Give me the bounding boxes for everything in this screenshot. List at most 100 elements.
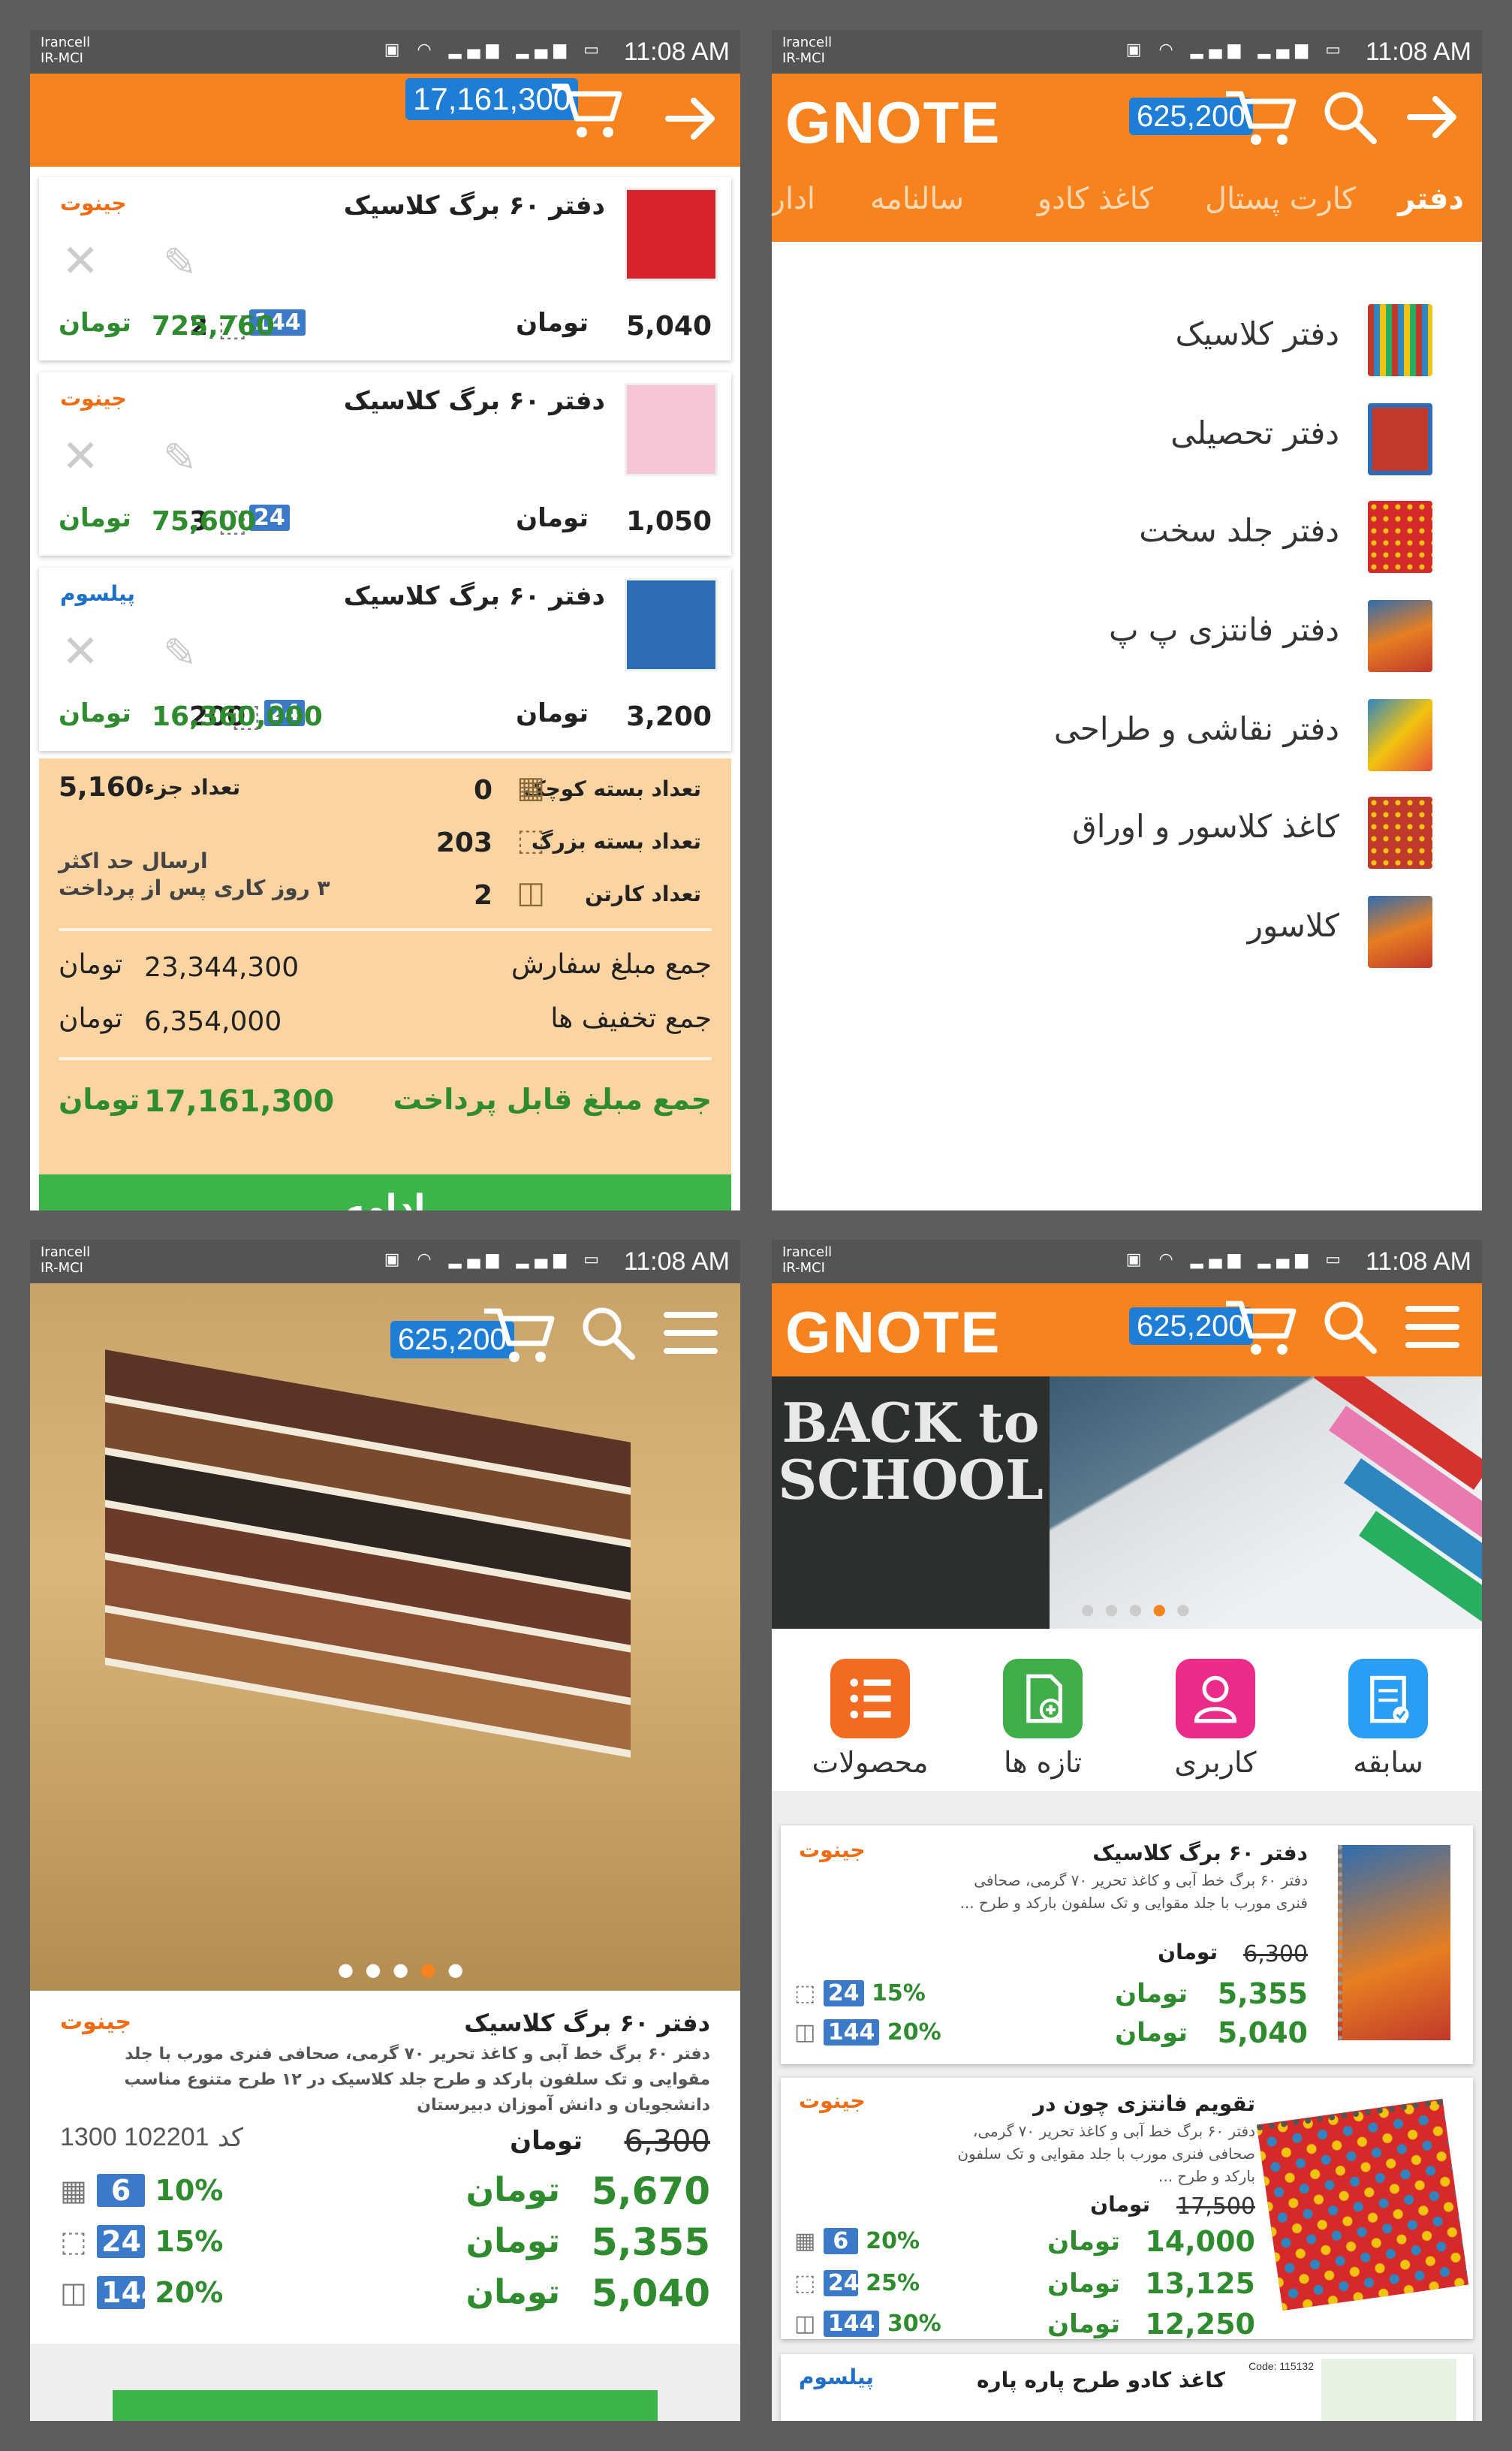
product-card[interactable]: تقویم فانتزی چون در جینوت دفتر ۶۰ برگ خط… (781, 2078, 1473, 2341)
tier-row[interactable]: ◫ 144 20% (60, 2276, 223, 2309)
delete-icon[interactable]: ✕ (62, 239, 99, 284)
account-label[interactable]: کاربری (1140, 1746, 1291, 1779)
tier-row: ⬚ 24 15% (794, 1980, 926, 2006)
forward-arrow-icon[interactable] (1402, 87, 1462, 147)
old-price: 6,300 (1243, 1941, 1308, 1967)
old-price: 17,500 (1176, 2193, 1255, 2220)
category-item[interactable]: کاغذ کلاسور و اوراق (1072, 808, 1339, 845)
product-thumbnail[interactable] (625, 578, 718, 671)
order-summary: تعداد بسته کوچک ▦ 0 تعداد بسته بزرگ ⬚ 20… (39, 758, 731, 1194)
category-item[interactable]: دفتر فانتزی پ پ (1109, 611, 1339, 648)
cart-icon[interactable] (1222, 1292, 1297, 1360)
status-icons: ▣ ◠ ▂▄▆ ▂▄▆ ▭ (384, 1250, 605, 1269)
products-label[interactable]: محصولات (795, 1746, 945, 1779)
delete-icon[interactable]: ✕ (62, 434, 99, 479)
item-brand: پیلسوم (60, 581, 135, 606)
continue-button[interactable]: ادامه (39, 1174, 731, 1210)
chalkboard-image: BACK to SCHOOL (772, 1376, 1050, 1629)
cart-icon[interactable] (480, 1300, 556, 1367)
category-item[interactable]: دفتر تحصیلی (1170, 415, 1339, 451)
tier-row[interactable]: ▦ 6 10% (60, 2174, 223, 2207)
category-thumbnail[interactable] (1368, 600, 1432, 672)
big-pack-label: تعداد بسته بزرگ (531, 829, 701, 854)
category-item[interactable]: دفتر نقاشی و طراحی (1054, 710, 1339, 747)
category-tabs: دفتر کارت پستال کاغذ کادو سالنامه اداری (772, 167, 1482, 242)
status-icons: ▣ ◠ ▂▄▆ ▂▄▆ ▭ (384, 41, 605, 59)
tab-office[interactable]: اداری (772, 182, 815, 216)
product-thumbnail[interactable] (1256, 2098, 1469, 2311)
search-icon[interactable] (578, 1303, 638, 1363)
category-item[interactable]: دفتر جلد سخت (1139, 512, 1339, 549)
search-icon[interactable] (1320, 1297, 1380, 1357)
category-thumbnail[interactable] (1368, 501, 1432, 573)
currency-label: تومان (1115, 1979, 1188, 2009)
product-thumbnail[interactable] (1338, 1845, 1450, 2040)
app-bar: GNOTE 625,200 (772, 74, 1482, 167)
forward-arrow-icon[interactable] (661, 89, 721, 149)
item-title: دفتر ۶۰ برگ کلاسیک (343, 191, 605, 221)
carousel-dots[interactable]: ● ● ● ● ● (1081, 1600, 1193, 1618)
cart-icon[interactable] (548, 75, 623, 143)
category-thumbnail[interactable] (1368, 304, 1432, 376)
currency-label: تومان (465, 2273, 560, 2311)
carousel-dots[interactable]: ● ● ● ● ● (338, 1959, 466, 1980)
history-label[interactable]: سابقه (1313, 1746, 1463, 1779)
tier-row[interactable]: ⬚ 24 15% (60, 2225, 223, 2258)
clock: 11:08 AM (623, 38, 730, 66)
new-document-icon (1026, 1674, 1062, 1723)
menu-icon[interactable] (1402, 1297, 1462, 1357)
divider (59, 928, 712, 931)
category-thumbnail[interactable] (1368, 896, 1432, 968)
currency-label: تومان (59, 1003, 123, 1034)
category-thumbnail[interactable] (1368, 797, 1432, 869)
account-button[interactable] (1176, 1659, 1255, 1738)
edit-icon[interactable]: ✎ (163, 436, 197, 481)
cart-icon[interactable] (1222, 83, 1297, 150)
product-thumbnail[interactable] (625, 383, 718, 476)
category-item[interactable]: کلاسور (1248, 907, 1339, 944)
banner-carousel[interactable]: BACK to SCHOOL ● ● ● ● ● (772, 1376, 1482, 1629)
quick-actions: محصولات تازه ها کاربری سابقه (772, 1629, 1482, 1791)
products-button[interactable] (830, 1659, 910, 1738)
carrier-network: IR-MCI (782, 1260, 825, 1276)
edit-icon[interactable]: ✎ (163, 240, 197, 285)
app-bar: 17,161,300 (30, 74, 740, 167)
product-card[interactable]: کاغذ کادو طرح پاره پاره پیلسوم Code: 115… (781, 2354, 1473, 2421)
edit-icon[interactable]: ✎ (163, 631, 197, 676)
payable-value: 17,161,300 (144, 1084, 335, 1119)
delete-icon[interactable]: ✕ (62, 629, 99, 674)
new-items-button[interactable] (1003, 1659, 1083, 1738)
product-thumbnail[interactable] (1321, 2359, 1456, 2421)
product-description: دفتر ۶۰ برگ خط آبی و کاغذ تحریر ۷۰ گرمی،… (124, 2045, 710, 2115)
product-image[interactable]: ● ● ● ● ● (30, 1283, 740, 1991)
currency-label: تومان (510, 2126, 583, 2156)
shipping-note: ۳ روز کاری پس از پرداخت (59, 876, 330, 900)
product-card[interactable]: دفتر ۶۰ برگ کلاسیک جینوت دفتر ۶۰ برگ خط … (781, 1825, 1473, 2064)
item-title: دفتر ۶۰ برگ کلاسیک (343, 386, 605, 416)
currency-label: تومان (516, 698, 589, 728)
parts-value: 5,160 (59, 772, 144, 803)
currency-label: تومان (465, 2171, 560, 2209)
menu-icon[interactable] (661, 1303, 721, 1363)
app-logo[interactable]: GNOTE (785, 89, 1001, 157)
status-bar: Irancell IR-MCI ▣ ◠ ▂▄▆ ▂▄▆ ▭ 11:08 AM (30, 30, 740, 74)
cart-item: دفتر ۶۰ برگ کلاسیک پیلسوم ✕ ✎ 3,200 توما… (39, 568, 731, 751)
add-to-cart-button[interactable] (113, 2390, 658, 2421)
currency-label: تومان (1090, 2192, 1150, 2217)
history-button[interactable] (1348, 1659, 1428, 1738)
tab-postcard[interactable]: کارت پستال (1205, 182, 1356, 216)
category-thumbnail[interactable] (1368, 699, 1432, 771)
carrier-network: IR-MCI (41, 50, 83, 66)
list-icon (850, 1678, 891, 1719)
tab-gift-paper[interactable]: کاغذ کادو (1038, 182, 1153, 216)
app-bar: 625,200 (30, 1283, 740, 1376)
tier-row: ⬚ 24 25% (794, 2270, 920, 2296)
search-icon[interactable] (1320, 87, 1380, 147)
tab-planner[interactable]: سالنامه (870, 182, 964, 216)
category-item[interactable]: دفتر کلاسیک (1176, 315, 1340, 352)
category-thumbnail[interactable] (1368, 403, 1432, 475)
app-logo[interactable]: GNOTE (785, 1298, 1001, 1367)
tab-notebook[interactable]: دفتر (1398, 182, 1464, 216)
new-items-label[interactable]: تازه ها (968, 1746, 1118, 1779)
product-thumbnail[interactable] (625, 188, 718, 281)
